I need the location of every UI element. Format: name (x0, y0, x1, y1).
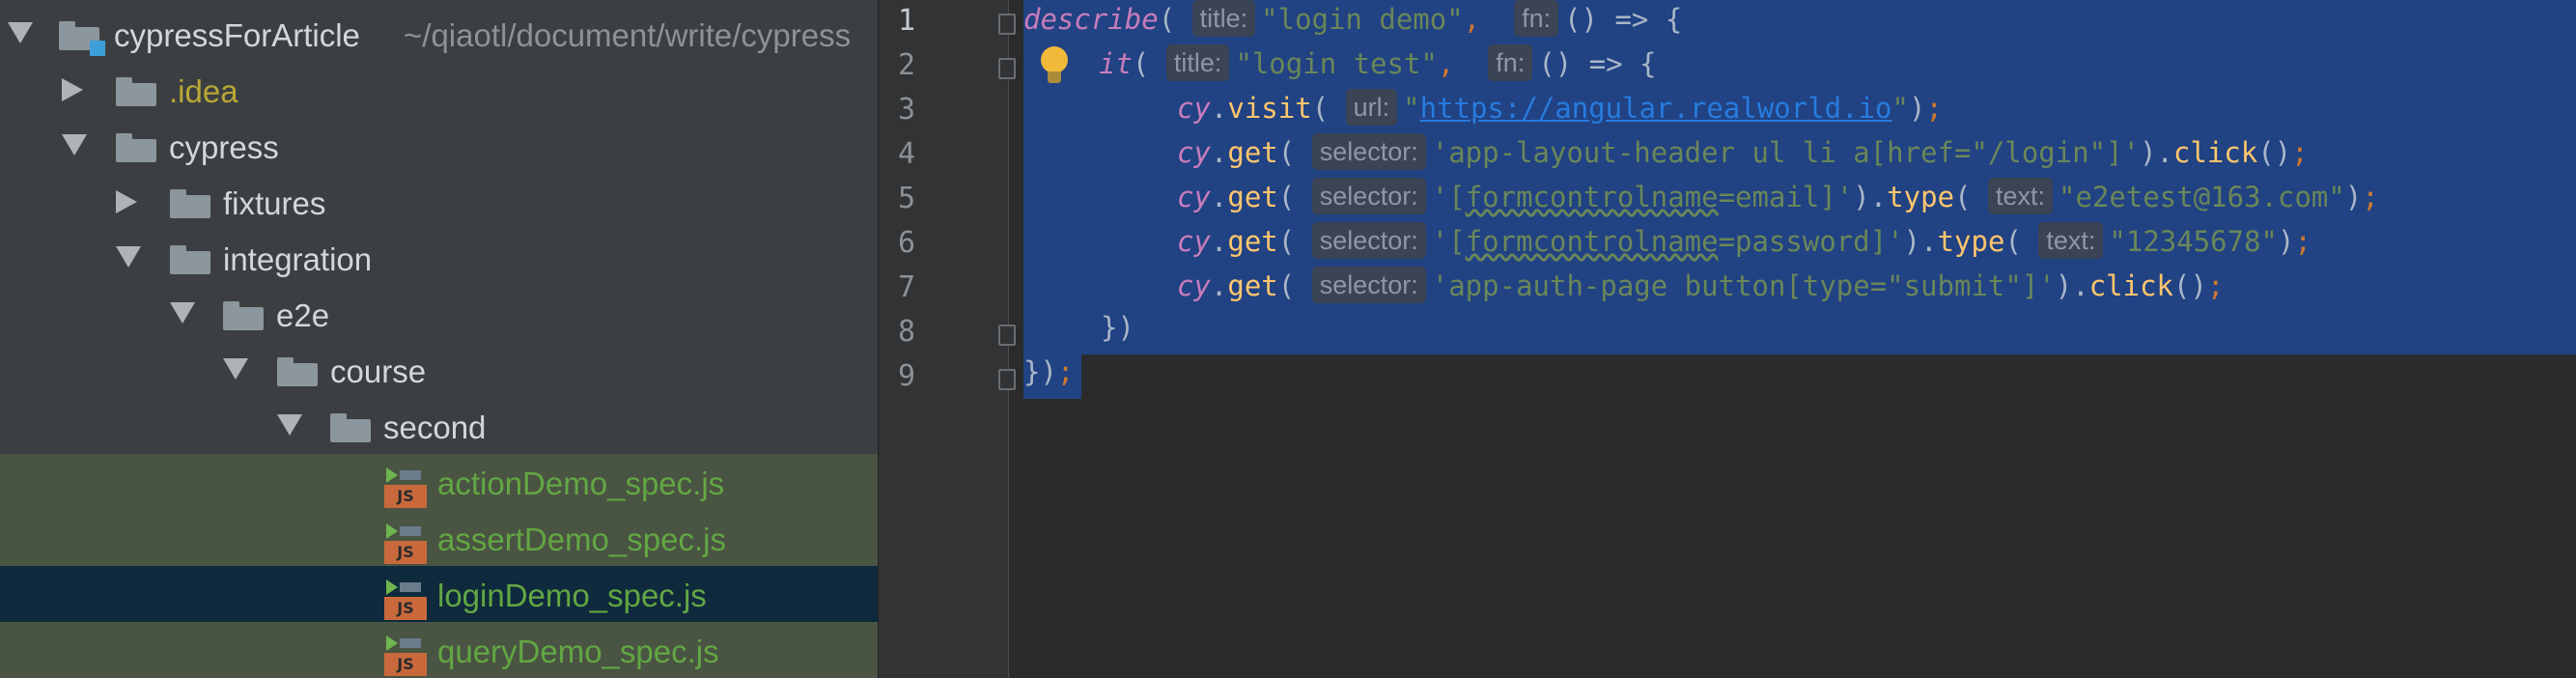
tree-item-label: loginDemo_spec.js (437, 578, 707, 613)
url-link: https://angular.realworld.io (1419, 92, 1892, 125)
param-hint: text: (2038, 222, 2104, 259)
folder-icon (170, 245, 210, 274)
collapse-arrow-icon[interactable] (277, 414, 302, 436)
tree-row-second[interactable]: second (0, 398, 878, 454)
tree-row-file[interactable]: JS queryDemo_spec.js (0, 622, 878, 678)
fold-marker-icon[interactable] (998, 58, 1016, 79)
folder-icon (330, 413, 371, 442)
param-hint: title: (1191, 0, 1256, 37)
ide-window: cypressForArticle ~/qiaotl/document/writ… (0, 0, 2576, 678)
line-number: 6 (897, 226, 916, 260)
collapse-arrow-icon[interactable] (223, 358, 248, 380)
tree-item-label: .idea (169, 73, 238, 109)
tree-row-file[interactable]: JS assertDemo_spec.js (0, 510, 878, 566)
folder-icon (116, 133, 156, 162)
code-line-6[interactable]: cy.get( selector: '[formcontrolname=passw… (1177, 222, 2311, 267)
project-tree[interactable]: cypressForArticle ~/qiaotl/document/writ… (0, 0, 878, 678)
fold-end-marker-icon[interactable] (998, 325, 1016, 346)
code-line-2[interactable]: it( title: "login test", fn:() => { (1099, 44, 1657, 89)
tree-row-project-root[interactable]: cypressForArticle ~/qiaotl/document/writ… (0, 6, 878, 62)
line-number: 4 (897, 137, 916, 171)
code-line-5[interactable]: cy.get( selector: '[formcontrolname=email… (1177, 178, 2379, 222)
js-test-file-icon: JS (384, 579, 427, 620)
tree-item-label: queryDemo_spec.js (437, 634, 719, 669)
collapse-arrow-icon[interactable] (170, 302, 195, 324)
param-hint: selector: (1311, 178, 1426, 214)
line-number: 8 (897, 315, 916, 349)
param-hint: title: (1165, 44, 1230, 81)
param-hint: fn: (1514, 0, 1559, 37)
param-hint: text: (1988, 178, 2054, 214)
tree-item-label: assertDemo_spec.js (437, 522, 726, 557)
tree-item-label: e2e (276, 297, 330, 333)
code-line-8[interactable]: }) (1101, 311, 1134, 355)
tree-row-integration[interactable]: integration (0, 230, 878, 286)
tree-row-course[interactable]: course (0, 342, 878, 398)
line-number: 3 (897, 93, 916, 127)
line-number: 2 (897, 48, 916, 82)
project-folder-icon (59, 21, 105, 56)
spelling-warning: formcontrolname (1465, 225, 1719, 258)
expand-arrow-icon[interactable] (116, 190, 137, 213)
line-number: 5 (897, 182, 916, 215)
folder-icon (116, 77, 156, 106)
js-test-file-icon: JS (384, 467, 427, 508)
tree-item-label: fixtures (223, 185, 326, 221)
js-test-file-icon: JS (384, 636, 427, 676)
line-number: 9 (897, 359, 916, 393)
tree-row-idea[interactable]: .idea (0, 62, 878, 118)
folder-icon (170, 189, 210, 218)
param-hint: selector: (1311, 133, 1426, 170)
lightbulb-intention-icon[interactable] (1041, 46, 1068, 87)
tree-item-label: actionDemo_spec.js (437, 466, 725, 501)
collapse-arrow-icon[interactable] (62, 134, 87, 155)
expand-arrow-icon[interactable] (62, 78, 83, 101)
tree-row-fixtures[interactable]: fixtures (0, 174, 878, 230)
code-line-7[interactable]: cy.get( selector:'app-auth-page button[t… (1177, 267, 2224, 311)
tree-row-cypress[interactable]: cypress (0, 118, 878, 174)
fold-marker-icon[interactable] (998, 14, 1016, 35)
code-line-4[interactable]: cy.get( selector:'app-layout-header ul l… (1177, 133, 2309, 178)
folder-icon (277, 357, 318, 386)
code-line-1[interactable]: describe( title: "login demo", fn:() => { (1023, 0, 1682, 44)
code-line-9[interactable]: }); (1023, 355, 1074, 400)
tree-item-label: course (330, 353, 427, 389)
param-hint: selector: (1311, 222, 1426, 259)
tree-row-file-selected[interactable]: JS loginDemo_spec.js (0, 566, 878, 622)
tree-row-e2e[interactable]: e2e (0, 286, 878, 342)
code-line-3[interactable]: cy.visit( url: "https://angular.realworld… (1177, 89, 1943, 133)
spelling-warning: formcontrolname (1465, 181, 1719, 213)
line-number: 1 (897, 4, 916, 38)
collapse-arrow-icon[interactable] (8, 22, 33, 43)
tree-item-label: integration (223, 241, 373, 277)
tree-row-file[interactable]: JS actionDemo_spec.js (0, 454, 878, 510)
param-hint: url: (1345, 89, 1398, 126)
line-number: 7 (897, 270, 916, 304)
param-hint: selector: (1311, 267, 1426, 303)
js-test-file-icon: JS (384, 523, 427, 564)
param-hint: fn: (1488, 44, 1533, 81)
fold-end-marker-icon[interactable] (998, 369, 1016, 390)
project-name: cypressForArticle (114, 17, 360, 53)
folder-icon (223, 301, 264, 330)
collapse-arrow-icon[interactable] (116, 246, 141, 268)
tree-item-label: second (383, 410, 487, 445)
project-path: ~/qiaotl/document/write/cypress (404, 17, 852, 53)
tree-item-label: cypress (169, 129, 279, 165)
